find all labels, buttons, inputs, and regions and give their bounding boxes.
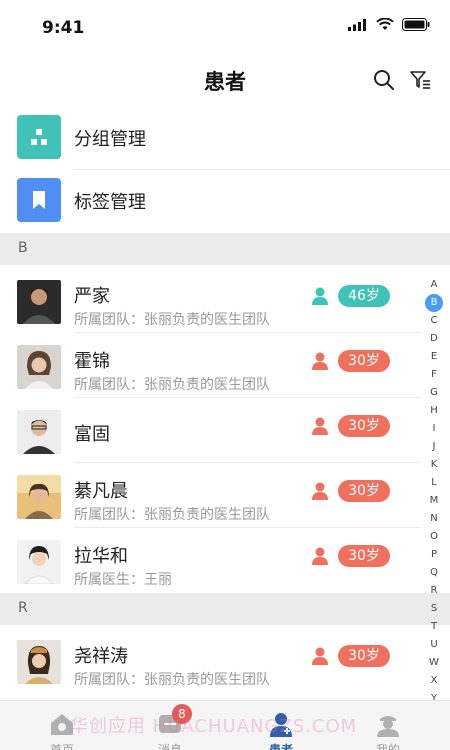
section-letter: B [18, 240, 28, 256]
status-icons [348, 18, 430, 31]
status-time: 9:41 [42, 18, 85, 38]
alpha-index-letter[interactable]: G [425, 384, 443, 402]
patient-row[interactable]: 綦凡晨 所属团队：张丽负责的医生团队 30岁 [0, 463, 450, 528]
age-badge: 30岁 [338, 350, 390, 372]
alpha-index-letter[interactable]: J [425, 438, 443, 456]
tab-bar: 首页 消息 患者 我的 [0, 700, 450, 750]
patient-row[interactable]: 严家 所属团队：张丽负责的医生团队 46岁 [0, 268, 450, 333]
nav-bar: 患者 [0, 56, 450, 106]
patient-name: 严家 [74, 286, 110, 307]
avatar [17, 410, 61, 454]
group-icon [17, 115, 61, 159]
status-bar: 9:41 [0, 0, 450, 56]
tab-profile[interactable]: 我的 [343, 701, 433, 750]
alpha-index-letter[interactable]: T [425, 618, 443, 636]
patient-team: 所属团队：张丽负责的医生团队 [74, 507, 270, 523]
tab-label: 我的 [375, 743, 400, 750]
female-person-icon [312, 352, 328, 370]
battery-icon [402, 18, 430, 31]
section-header-r: R [0, 593, 450, 625]
alpha-index-letter[interactable]: S [425, 600, 443, 618]
group-management-row[interactable]: 分组管理 [0, 107, 450, 170]
patient-team: 所属团队：张丽负责的医生团队 [74, 377, 270, 393]
filter-icon[interactable] [408, 68, 432, 92]
avatar [17, 280, 61, 324]
patient-name: 拉华和 [74, 546, 128, 567]
wifi-icon [376, 18, 394, 30]
tab-label: 首页 [49, 743, 74, 750]
patient-icon [270, 713, 292, 737]
bookmark-icon [17, 178, 61, 222]
alpha-index-letter[interactable]: W [425, 654, 443, 672]
age-badge: 30岁 [338, 480, 390, 502]
male-person-icon [312, 287, 328, 305]
avatar [17, 475, 61, 519]
alpha-index-letter[interactable]: E [425, 348, 443, 366]
signal-icon [348, 18, 366, 31]
tab-label: 患者 [268, 743, 293, 750]
alpha-index-letter[interactable]: F [425, 366, 443, 384]
patient-team: 所属团队：张丽负责的医生团队 [74, 672, 270, 688]
alpha-index-letter[interactable]: X [425, 672, 443, 690]
female-person-icon [312, 547, 328, 565]
alpha-index-letter[interactable]: O [425, 528, 443, 546]
tab-patients[interactable]: 患者 [236, 701, 326, 750]
tab-messages[interactable]: 消息 [125, 701, 215, 750]
profile-icon [377, 716, 399, 737]
patient-name: 尧祥涛 [74, 646, 128, 667]
tag-management-label: 标签管理 [74, 192, 146, 213]
section-letter: R [18, 600, 28, 616]
alpha-index-letter[interactable]: A [425, 276, 443, 294]
alpha-index-letter[interactable]: P [425, 546, 443, 564]
female-person-icon [312, 482, 328, 500]
alpha-index-letter[interactable]: N [425, 510, 443, 528]
alpha-index-letter[interactable]: L [425, 474, 443, 492]
patient-name: 富固 [74, 424, 110, 445]
alphabet-index[interactable]: ABCDEFGHIJKLMNOPQRSTUWXY [424, 276, 444, 708]
age-badge: 30岁 [338, 545, 390, 567]
alpha-index-letter[interactable]: R [425, 582, 443, 600]
patient-row[interactable]: 富固 30岁 [0, 398, 450, 463]
age-badge: 30岁 [338, 645, 390, 667]
group-management-label: 分组管理 [74, 129, 146, 150]
avatar [17, 540, 61, 584]
alpha-index-letter[interactable]: C [425, 312, 443, 330]
alpha-index-letter[interactable]: M [425, 492, 443, 510]
alpha-index-letter[interactable]: K [425, 456, 443, 474]
section-header-b: B [0, 233, 450, 265]
search-icon[interactable] [372, 68, 396, 92]
patient-name: 綦凡晨 [74, 481, 128, 502]
age-badge: 46岁 [338, 285, 390, 307]
alpha-index-letter[interactable]: U [425, 636, 443, 654]
home-icon [51, 714, 73, 735]
patient-row[interactable]: 尧祥涛 所属团队：张丽负责的医生团队 30岁 [0, 628, 450, 693]
tag-management-row[interactable]: 标签管理 [0, 170, 450, 233]
tab-home[interactable]: 首页 [17, 701, 107, 750]
patient-row[interactable]: 拉华和 所属医生：王丽 30岁 [0, 528, 450, 593]
tab-label: 消息 [157, 743, 182, 750]
age-badge: 30岁 [338, 415, 390, 437]
alpha-index-letter[interactable]: B [425, 294, 443, 312]
patient-team: 所属医生：王丽 [74, 572, 172, 588]
alpha-index-letter[interactable]: Q [425, 564, 443, 582]
alpha-index-letter[interactable]: H [425, 402, 443, 420]
patient-name: 霍锦 [74, 351, 110, 372]
avatar [17, 345, 61, 389]
message-count-badge: 8 [172, 704, 192, 724]
patient-row[interactable]: 霍锦 所属团队：张丽负责的医生团队 30岁 [0, 333, 450, 398]
patient-team: 所属团队：张丽负责的医生团队 [74, 312, 270, 328]
female-person-icon [312, 417, 328, 435]
alpha-index-letter[interactable]: I [425, 420, 443, 438]
alpha-index-letter[interactable]: D [425, 330, 443, 348]
avatar [17, 640, 61, 684]
female-person-icon [312, 647, 328, 665]
